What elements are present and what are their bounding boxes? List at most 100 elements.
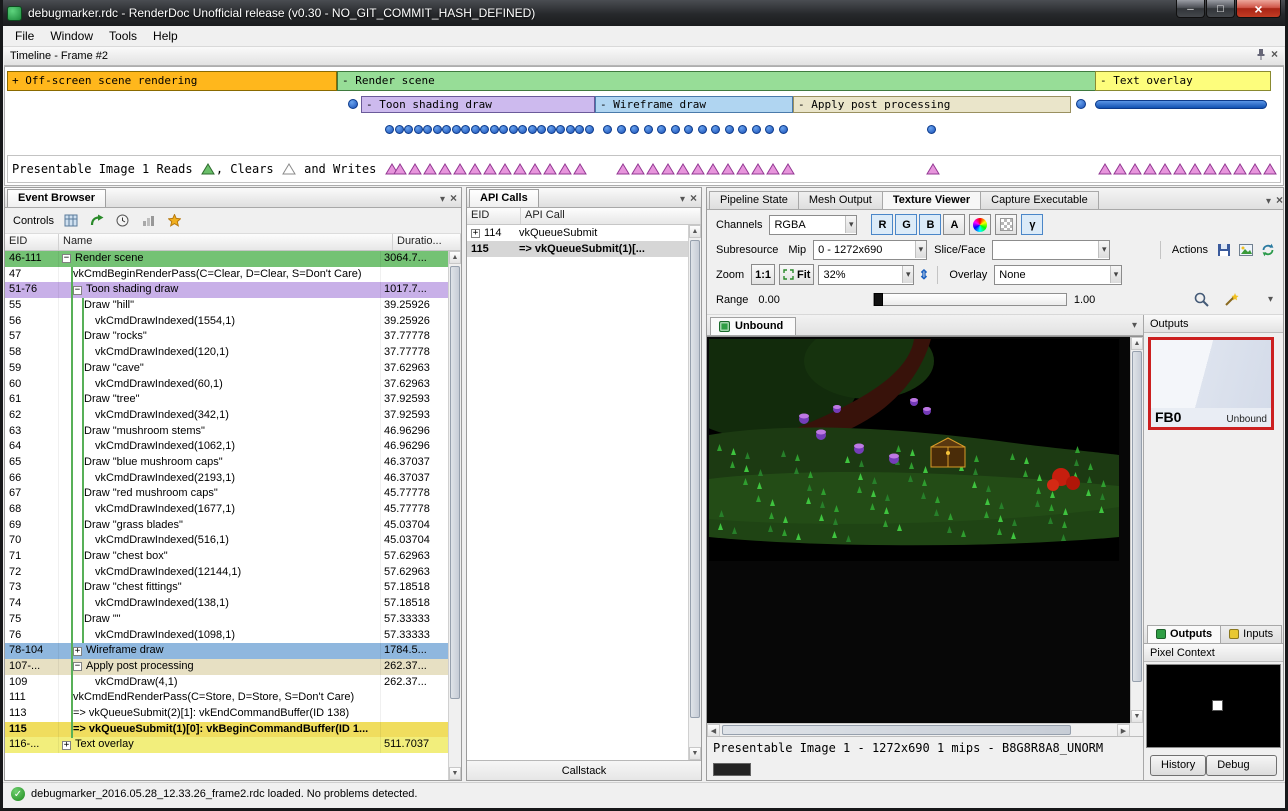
timeline-draw-dot[interactable] [385,125,394,134]
api-call-list[interactable]: +114vkQueueSubmit115=> vkQueueSubmit(1)[… [467,225,688,760]
minimize-button[interactable] [1176,0,1205,18]
collapse-icon[interactable]: − [62,254,71,263]
gamma-button[interactable]: γ [1021,214,1043,235]
event-row[interactable]: 46-111−Render scene3064.7... [5,251,448,267]
color-wheel-button[interactable] [969,214,991,235]
scroll-right-icon[interactable]: ▶ [1117,724,1130,736]
a-channel-button[interactable]: A [943,214,965,235]
usage-triangle[interactable] [513,163,527,178]
usage-triangle[interactable] [646,163,660,178]
close-button[interactable] [1236,0,1281,18]
tab-texture-viewer[interactable]: Texture Viewer [882,191,981,209]
timeline-draw-dot[interactable] [537,125,546,134]
usage-triangle[interactable] [926,163,940,178]
menu-file[interactable]: File [7,27,42,45]
timeline-draw-dot[interactable] [528,125,537,134]
clock-icon[interactable] [114,212,132,230]
usage-triangle[interactable] [1173,163,1187,178]
timeline-draw-dot[interactable] [671,125,680,134]
stats-icon[interactable] [140,212,158,230]
usage-triangle[interactable] [558,163,572,178]
usage-triangle[interactable] [483,163,497,178]
timeline-event-dot[interactable] [1076,99,1086,109]
expand-icon[interactable]: + [62,741,71,750]
texture-viewport[interactable]: ▲ ▼ ◀ ▶ [707,336,1143,736]
column-header-duratio[interactable]: Duratio... [393,234,461,250]
timeline-draw-dot[interactable] [566,125,575,134]
timeline-draw-dot[interactable] [395,125,404,134]
usage-triangle[interactable] [721,163,735,178]
column-header-api-call[interactable]: API Call [521,208,701,224]
usage-triangle[interactable] [1098,163,1112,178]
zoom-1to1-button[interactable]: 1:1 [751,264,775,285]
usage-triangle[interactable] [691,163,705,178]
usage-triangle[interactable] [543,163,557,178]
event-browser-scrollbar[interactable]: ▲ ▼ [448,251,461,780]
range-handle[interactable] [874,293,883,306]
timeline-draw-dot[interactable] [657,125,666,134]
usage-triangle[interactable] [1188,163,1202,178]
scroll-left-icon[interactable]: ◀ [707,724,720,736]
scroll-up-icon[interactable]: ▲ [449,251,461,264]
usage-triangle[interactable] [706,163,720,178]
channels-combo[interactable]: RGBA [769,215,857,235]
usage-triangle[interactable] [1203,163,1217,178]
usage-triangle[interactable] [468,163,482,178]
texture-horizontal-scrollbar[interactable]: ◀ ▶ [707,723,1130,736]
pixel-context-view[interactable] [1146,664,1281,748]
usage-triangle[interactable] [438,163,452,178]
timeline-draw-dot[interactable] [404,125,413,134]
api-calls-scrollbar[interactable]: ▲ ▼ [688,225,701,760]
range-slider[interactable] [873,293,1067,306]
timeline-draw-dot[interactable] [499,125,508,134]
timeline-draw-dot[interactable] [547,125,556,134]
menu-tools[interactable]: Tools [101,27,145,45]
usage-triangle[interactable] [751,163,765,178]
callstack-section[interactable]: Callstack [467,760,701,780]
menu-help[interactable]: Help [145,27,186,45]
timeline-draw-dot[interactable] [509,125,518,134]
zoom-combo[interactable]: 32% [818,265,914,285]
usage-triangle[interactable] [498,163,512,178]
fb0-thumbnail[interactable]: FB0 Unbound [1148,337,1274,430]
usage-triangle[interactable] [631,163,645,178]
column-header-name[interactable]: Name [59,234,393,250]
mip-combo[interactable]: 0 - 1272x690 [813,240,927,260]
zoom-range-icon[interactable] [1192,291,1210,309]
timeline-draw-dot[interactable] [433,125,442,134]
usage-triangle[interactable] [1113,163,1127,178]
tab-capture-executable[interactable]: Capture Executable [980,191,1099,209]
usage-triangle[interactable] [528,163,542,178]
timeline-draw-dot[interactable] [585,125,594,134]
event-browser-header[interactable]: Event Browser [5,188,461,208]
timeline-draw-dot[interactable] [752,125,761,134]
overlay-combo[interactable]: None [994,265,1122,285]
timeline-draw-dot[interactable] [452,125,461,134]
timeline-bar-apply-post-processing[interactable]: - Apply post processing [793,96,1071,113]
timeline-draw-dot[interactable] [644,125,653,134]
scroll-down-icon[interactable]: ▼ [449,767,461,780]
timeline-draw-dot[interactable] [442,125,451,134]
close-panel-icon[interactable] [1271,50,1278,60]
refresh-icon[interactable] [1259,241,1277,259]
usage-triangle[interactable] [1248,163,1262,178]
panel-menu-icon[interactable] [440,195,445,204]
timeline-grid-icon[interactable] [62,212,80,230]
history-button[interactable]: History [1150,755,1206,776]
maximize-button[interactable] [1206,0,1235,18]
range-max-value[interactable]: 1.00 [1074,294,1095,306]
usage-triangle[interactable] [1263,163,1277,178]
fit-vertical-icon[interactable]: ⇕ [918,267,929,283]
timeline-header[interactable]: Timeline - Frame #2 [4,47,1284,66]
b-channel-button[interactable]: B [919,214,941,235]
texture-image[interactable] [709,339,1119,561]
slice-face-combo[interactable] [992,240,1110,260]
timeline-bar-wireframe-draw[interactable]: - Wireframe draw [595,96,793,113]
timeline-draw-dot[interactable] [490,125,499,134]
debug-button[interactable]: Debug [1206,755,1277,776]
usage-triangle[interactable] [453,163,467,178]
timeline-draw-dot[interactable] [575,125,584,134]
api-call-row[interactable]: +114vkQueueSubmit [467,225,688,241]
scrollbar-thumb[interactable] [450,266,460,699]
alpha-background-button[interactable] [995,214,1017,235]
